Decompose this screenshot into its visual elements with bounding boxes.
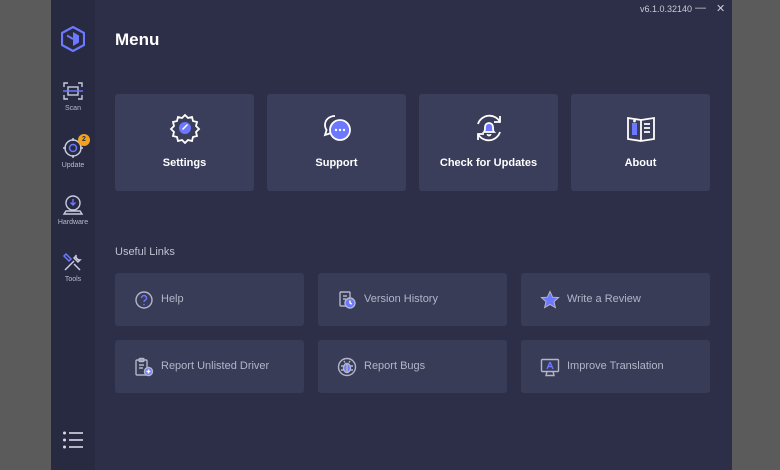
- sidebar-item-label: Scan: [65, 105, 81, 112]
- sidebar-item-label: Tools: [64, 276, 82, 283]
- report-bugs-link[interactable]: Report Bugs: [318, 340, 507, 393]
- write-a-review-link[interactable]: Write a Review: [521, 273, 710, 326]
- scan-icon: [63, 82, 83, 100]
- close-button[interactable]: ✕: [716, 2, 725, 15]
- report-unlisted-driver-link[interactable]: Report Unlisted Driver: [115, 340, 304, 393]
- report-unlisted-driver-link-label: Report Unlisted Driver: [161, 360, 270, 372]
- menu-list-icon[interactable]: [62, 430, 84, 450]
- sidebar-item-update[interactable]: 2 Update: [51, 134, 95, 187]
- hardware-icon: [62, 195, 84, 215]
- translate-icon: [540, 358, 560, 377]
- report-bugs-link-label: Report Bugs: [364, 360, 426, 372]
- help-icon: [135, 291, 153, 309]
- history-icon: [339, 291, 356, 309]
- sidebar-item-scan[interactable]: Scan: [51, 80, 95, 130]
- help-link[interactable]: Help: [115, 273, 304, 326]
- about-card-label: About: [624, 157, 657, 169]
- star-icon: [540, 290, 560, 309]
- check-for-updates-card[interactable]: Check for Updates: [419, 94, 558, 191]
- settings-card-label: Settings: [162, 157, 207, 169]
- about-card[interactable]: About: [571, 94, 710, 191]
- version-history-link[interactable]: Version History: [318, 273, 507, 326]
- improve-translation-link-label: Improve Translation: [567, 360, 664, 372]
- app-window: Scan 2 Update Hardware Tools v6.1.0.3214…: [51, 0, 732, 470]
- settings-card[interactable]: Settings: [115, 94, 254, 191]
- minimize-button[interactable]: —: [695, 2, 706, 14]
- check-for-updates-card-label: Check for Updates: [439, 157, 538, 169]
- useful-links-title: Useful Links: [115, 246, 175, 258]
- bell-refresh-icon: [477, 114, 501, 142]
- version-label: v6.1.0.32140: [640, 4, 693, 14]
- sidebar-item-label: Update: [61, 162, 85, 169]
- help-link-label: Help: [161, 293, 184, 305]
- sidebar: Scan 2 Update Hardware Tools: [51, 0, 95, 470]
- support-card-label: Support: [315, 157, 358, 169]
- info-book-icon: [627, 116, 655, 142]
- tools-icon: [62, 252, 82, 271]
- clipboard-add-icon: [135, 357, 154, 377]
- improve-translation-link[interactable]: Improve Translation: [521, 340, 710, 393]
- sidebar-item-label: Hardware: [57, 219, 89, 226]
- support-card[interactable]: Support: [267, 94, 406, 191]
- chat-icon: [323, 115, 351, 141]
- bug-icon: [337, 357, 357, 377]
- gear-icon: [169, 113, 201, 144]
- app-logo-icon: [61, 26, 85, 52]
- update-count-badge: 2: [78, 134, 90, 146]
- write-a-review-link-label: Write a Review: [567, 293, 641, 305]
- sidebar-item-tools[interactable]: Tools: [51, 251, 95, 301]
- version-history-link-label: Version History: [364, 293, 438, 305]
- page-title: Menu: [115, 30, 160, 49]
- sidebar-item-hardware[interactable]: Hardware: [51, 194, 95, 244]
